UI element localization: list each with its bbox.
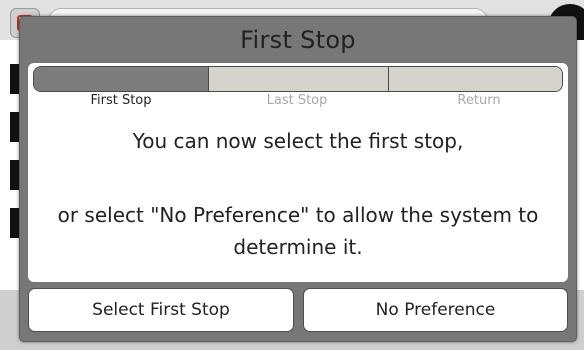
step-label-first-stop: First Stop: [90, 93, 152, 108]
step-label-last-stop: Last Stop: [266, 93, 328, 108]
no-preference-button[interactable]: No Preference: [303, 288, 568, 332]
first-stop-dialog: First Stop First Stop Last Stop Return Y…: [19, 16, 577, 342]
instruction-text-line1: You can now select the first stop,: [132, 129, 464, 153]
select-first-stop-button[interactable]: Select First Stop: [28, 288, 294, 332]
step-segment-first-stop: [34, 67, 209, 91]
dialog-title: First Stop: [240, 26, 356, 54]
instruction-text-line2: or select "No Preference" to allow the s…: [57, 203, 539, 259]
dialog-content-panel: First Stop Last Stop Return You can now …: [28, 63, 568, 282]
step-label-return: Return: [457, 93, 501, 108]
progress-stepper: [33, 66, 563, 92]
step-segment-last-stop: [209, 67, 389, 91]
step-segment-return: [389, 67, 562, 91]
